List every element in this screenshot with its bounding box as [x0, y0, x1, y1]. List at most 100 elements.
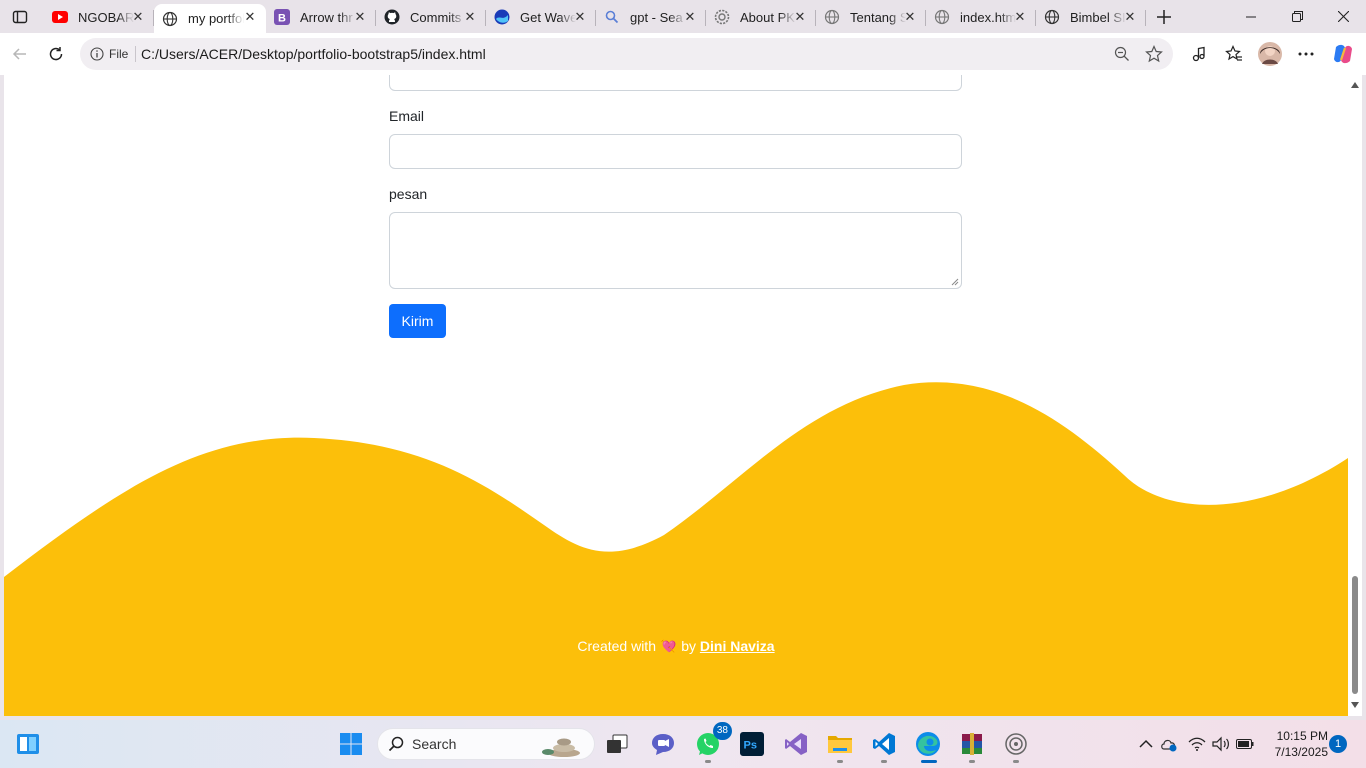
tab-title: gpt - Sea	[630, 9, 683, 25]
volume-icon[interactable]	[1212, 735, 1230, 753]
heart-emoji-icon: 💘	[659, 638, 678, 654]
system-clock[interactable]: 10:15 PM 7/13/2025	[1264, 728, 1328, 760]
minimize-button[interactable]	[1228, 0, 1274, 33]
search-icon	[388, 736, 404, 752]
site-info-button[interactable]: File	[86, 43, 137, 65]
close-window-button[interactable]	[1320, 0, 1366, 33]
restore-button[interactable]	[1274, 0, 1320, 33]
edge-button[interactable]	[912, 728, 944, 763]
page-scrollbar[interactable]	[1348, 75, 1362, 716]
tab-actions-button[interactable]	[4, 4, 36, 30]
winrar-button[interactable]	[956, 728, 988, 763]
taskbar-search[interactable]: Search	[377, 728, 595, 760]
close-tab-icon[interactable]: ✕	[130, 9, 146, 25]
footer-prefix: Created with	[577, 638, 656, 654]
close-tab-icon[interactable]: ✕	[462, 9, 478, 25]
wifi-icon[interactable]	[1188, 735, 1206, 753]
close-tab-icon[interactable]: ✕	[1122, 9, 1138, 25]
vscode-button[interactable]	[868, 728, 900, 763]
close-tab-icon[interactable]: ✕	[1012, 9, 1028, 25]
clock-date: 7/13/2025	[1274, 745, 1328, 759]
close-tab-icon[interactable]: ✕	[572, 9, 588, 25]
copilot-icon	[1334, 44, 1352, 64]
globe-icon	[162, 11, 178, 27]
tab-tentang[interactable]: Tentang S ✕	[816, 4, 926, 30]
tab-title: Arrow thr	[300, 9, 353, 25]
tab-about[interactable]: About PK ✕	[706, 4, 816, 30]
plus-icon	[1157, 10, 1171, 24]
start-button[interactable]	[335, 728, 367, 760]
chat-icon	[652, 734, 674, 755]
new-tab-button[interactable]	[1151, 4, 1177, 30]
settings-more-button[interactable]	[1292, 40, 1320, 68]
profile-avatar[interactable]	[1256, 40, 1284, 68]
read-aloud-button[interactable]	[1185, 40, 1213, 68]
svg-text:B: B	[278, 13, 286, 25]
clock-time: 10:15 PM	[1276, 729, 1328, 743]
visual-studio-button[interactable]	[780, 728, 812, 760]
minimize-icon	[1246, 16, 1256, 17]
scheme-label: File	[109, 47, 129, 61]
photoshop-button[interactable]: Ps	[736, 728, 768, 760]
running-indicator	[837, 760, 843, 763]
teams-chat-button[interactable]	[647, 728, 679, 760]
refresh-icon	[49, 47, 63, 61]
back-button[interactable]	[6, 40, 34, 68]
running-indicator	[705, 760, 711, 763]
more-dots-icon	[1298, 52, 1314, 56]
tab-title: NGOBAR	[78, 9, 134, 25]
scroll-up-icon[interactable]	[1351, 81, 1359, 89]
tab-strip: NGOBAR ✕ my portfolio ✕ B Arrow thr ✕ Co…	[0, 0, 1366, 33]
vscode-icon	[873, 733, 895, 755]
wave-icon	[494, 9, 510, 25]
close-tab-icon[interactable]: ✕	[242, 9, 258, 25]
scrollbar-thumb[interactable]	[1352, 576, 1358, 694]
close-tab-icon[interactable]: ✕	[792, 9, 808, 25]
show-hidden-icons-button[interactable]	[1137, 735, 1155, 753]
author-link[interactable]: Dini Naviza	[700, 638, 775, 654]
zoom-out-icon[interactable]	[1113, 45, 1131, 63]
address-bar[interactable]: File C:/Users/ACER/Desktop/portfolio-boo…	[80, 38, 1173, 70]
tab-title: About PK	[740, 9, 795, 25]
task-view-button[interactable]	[601, 728, 633, 760]
close-tab-icon[interactable]: ✕	[682, 9, 698, 25]
tab-arrow[interactable]: B Arrow thr ✕	[266, 4, 376, 30]
svg-text:Ps: Ps	[744, 740, 757, 752]
tab-my-portfolio[interactable]: my portfolio ✕	[154, 4, 266, 33]
globe-icon	[934, 9, 950, 25]
tab-get-wave[interactable]: Get Wave ✕	[486, 4, 596, 30]
refresh-button[interactable]	[42, 40, 70, 68]
tab-gpt-search[interactable]: gpt - Sea ✕	[596, 4, 706, 30]
edge-icon	[916, 732, 940, 756]
browser-toolbar: File C:/Users/ACER/Desktop/portfolio-boo…	[0, 33, 1366, 75]
url-text[interactable]: C:/Users/ACER/Desktop/portfolio-bootstra…	[141, 46, 486, 62]
tab-title: Tentang S	[850, 9, 906, 25]
widgets-button[interactable]	[12, 728, 44, 760]
whatsapp-button[interactable]: 38	[692, 722, 732, 763]
close-tab-icon[interactable]: ✕	[902, 9, 918, 25]
tab-index-html[interactable]: index.htm ✕	[926, 4, 1036, 30]
tab-commits[interactable]: Commits ✕	[376, 4, 486, 30]
folder-icon	[828, 736, 852, 753]
whatsapp-badge: 38	[712, 722, 732, 740]
windows-taskbar: Search 38 Ps 10:15 PM 7/13/2025 1	[0, 720, 1366, 768]
scroll-down-icon[interactable]	[1351, 701, 1359, 709]
favorites-button[interactable]	[1220, 40, 1248, 68]
copilot-button[interactable]	[1329, 40, 1357, 68]
task-view-icon	[607, 734, 628, 753]
running-indicator	[969, 760, 975, 763]
tab-ngobar[interactable]: NGOBAR ✕	[44, 4, 154, 30]
stones-highlight-icon	[542, 738, 580, 757]
file-explorer-button[interactable]	[824, 728, 856, 763]
favorite-star-icon[interactable]	[1145, 45, 1163, 63]
tab-bimbel[interactable]: Bimbel SI ✕	[1036, 4, 1146, 30]
app-circle-icon	[1005, 733, 1027, 755]
close-tab-icon[interactable]: ✕	[352, 9, 368, 25]
footer-credit: Created with 💘 by Dini Naviza	[4, 638, 1348, 655]
network-cloud-icon[interactable]	[1160, 735, 1178, 753]
notification-badge[interactable]: 1	[1329, 735, 1347, 753]
battery-icon[interactable]	[1236, 735, 1254, 753]
bootstrap-icon: B	[274, 9, 290, 25]
tab-title: Bimbel SI	[1070, 9, 1126, 25]
steam-button[interactable]	[1000, 728, 1032, 763]
